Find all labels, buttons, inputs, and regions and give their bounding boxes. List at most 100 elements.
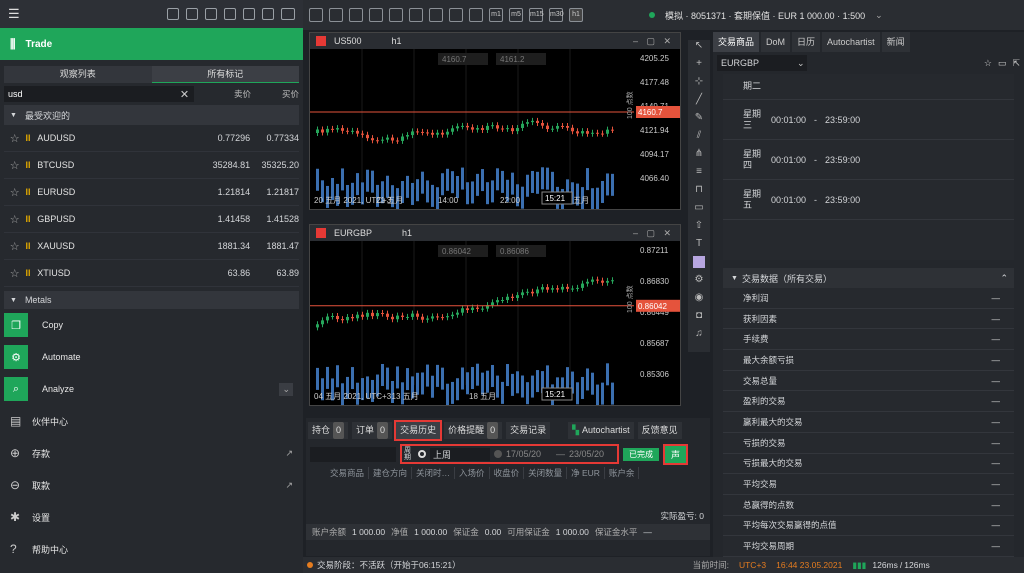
indicators-icon[interactable] [429,8,443,22]
analyze-menu-item[interactable]: ⌕ Analyze ⌄ [0,373,303,405]
arrow-up-icon[interactable]: ⇧ [688,220,710,238]
clear-icon[interactable]: ✕ [180,88,189,101]
star-icon[interactable]: ☆ [4,213,25,226]
camera-icon[interactable]: ◘ [688,310,710,328]
chart-us500[interactable]: US500 h1 – ▢ ✕ 4205.254177.484149.714121… [309,32,681,210]
done-button[interactable]: 已完成 [623,447,659,461]
chart-canvas[interactable]: 4205.254177.484149.714121.944094.174066.… [310,49,680,209]
favorites-header[interactable]: ▼ 最受欢迎的 [4,105,299,125]
symbol-row[interactable]: ☆ II AUDUSD 0.77296 0.77334 [4,125,299,152]
zoom-in-icon[interactable] [389,8,403,22]
zoom-out-icon[interactable] [409,8,423,22]
mail-icon[interactable] [167,8,179,20]
symbol-bid[interactable]: 35284.81 [154,160,251,170]
crosshair-dot-icon[interactable]: ⊹ [688,76,710,94]
grid-layout-icon[interactable] [369,8,383,22]
col-close-price[interactable]: 收盘价 [490,467,525,479]
tab-positions[interactable]: 持仓 0 [308,421,349,439]
symbol-ask[interactable]: 1881.47 [250,241,299,251]
tab-calendar[interactable]: 日历 [792,32,821,52]
sound-icon[interactable] [262,8,274,20]
text-icon[interactable]: T [688,238,710,256]
star-icon[interactable]: ☆ [4,240,25,253]
tf-m30[interactable]: m30 [549,8,564,22]
symbol-bid[interactable]: 63.86 [154,268,251,278]
feedback-button[interactable]: 反馈意见 [637,421,682,439]
layers-icon[interactable] [449,8,463,22]
star-icon[interactable]: ☆ [4,159,25,172]
tab-journal[interactable]: 交易记录 [506,421,551,439]
channel-icon[interactable]: ⫽ [688,130,710,148]
chevron-up-icon[interactable]: ⌃ [1000,273,1008,284]
tf-m5[interactable]: m5 [509,8,523,22]
new-chart-icon[interactable] [309,8,323,22]
zh-language-icon[interactable] [281,8,295,20]
star-icon[interactable]: ☆ [4,186,25,199]
menu-icon[interactable]: ☰ [8,6,20,22]
tab-all-symbols[interactable]: 所有标记 [151,66,299,83]
expand-icon[interactable] [224,8,236,20]
radio-icon[interactable] [418,450,426,458]
col-close-time[interactable]: 关闭时… [412,467,456,479]
col-net-eur[interactable]: 净 EUR [567,467,605,479]
window-controls-icon[interactable]: – ▢ ✕ [633,36,674,47]
symbol-bid[interactable]: 1.41458 [154,214,251,224]
autochartist-button[interactable]: ▚ Autochartist [568,421,634,439]
withdraw-menu-item[interactable]: ⊖ 取款 ↗ [0,469,303,501]
tf-m1[interactable]: m1 [489,8,503,22]
date-from-input[interactable]: 17/05/20 [506,449,552,459]
export-button[interactable]: 声 [662,443,689,465]
trade-button[interactable]: ⫼ Trade [0,28,303,60]
star-icon[interactable]: ☆ [984,58,992,69]
col-symbol[interactable]: 交易商品 [326,467,370,479]
screenshot-icon[interactable] [243,8,255,20]
line-icon[interactable]: ╱ [688,94,710,112]
tab-autochartist[interactable]: Autochartist [822,32,880,52]
wallet-icon[interactable] [205,8,217,20]
col-direction[interactable]: 建仓方向 [369,467,413,479]
col-balance[interactable]: 账户余 [605,467,640,479]
expand-icon[interactable]: ⇱ [1012,58,1020,69]
symbol-row[interactable]: ☆ II BTCUSD 35284.81 35325.20 [4,152,299,179]
symbol-row[interactable]: ☆ II GBPUSD 1.41458 1.41528 [4,206,299,233]
tab-price-alerts[interactable]: 价格提醒 0 [444,421,503,439]
settings-icon[interactable]: ⚙ [688,274,710,292]
chart-timeframe[interactable]: h1 [402,228,412,238]
fork-icon[interactable]: ⋔ [688,148,710,166]
rectangle-icon[interactable]: ▭ [688,202,710,220]
col-entry-price[interactable]: 入场价 [455,467,490,479]
chart-timeframe[interactable]: h1 [392,36,402,46]
crosshair-icon[interactable]: + [688,58,710,76]
account-info[interactable]: 模拟 · 8051371 · 套期保值 · EUR 1 000.00 · 1:5… [665,9,865,22]
target-icon[interactable]: ◉ [688,292,710,310]
single-chart-icon[interactable] [329,8,343,22]
settings-menu-item[interactable]: ✱ 设置 [0,501,303,533]
star-icon[interactable]: ☆ [4,132,25,145]
deposit-menu-item[interactable]: ⊕ 存款 ↗ [0,437,303,469]
help-menu-item[interactable]: ? 帮助中心 [0,533,303,565]
partner-menu-item[interactable]: ▤ 伙伴中心 [0,405,303,437]
tab-dom[interactable]: DoM [761,32,791,52]
timezone[interactable]: UTC+3 [739,560,766,570]
symbol-ask[interactable]: 35325.20 [250,160,299,170]
star-icon[interactable]: ☆ [4,267,25,280]
symbol-row[interactable]: ☆ II XAUUSD 1881.34 1881.47 [4,233,299,260]
date-to-input[interactable]: 23/05/20 [569,449,615,459]
symbol-select[interactable]: EURGBP [717,55,807,71]
symbol-ask[interactable]: 1.41528 [250,214,299,224]
symbol-bid[interactable]: 1881.34 [154,241,251,251]
pen-icon[interactable]: ✎ [688,112,710,130]
history-search-input[interactable] [310,446,396,462]
dollar-icon[interactable] [186,8,198,20]
chart-eurgbp[interactable]: EURGBP h1 – ▢ ✕ 0.87211 0.86830 0.86449 0.8… [309,224,681,406]
col-close-qty[interactable]: 关闭数量 [524,467,568,479]
chart-window-icon[interactable]: ▭ [998,58,1007,69]
metals-header[interactable]: ▼ Metals [4,291,299,309]
color-swatch-icon[interactable] [688,256,710,274]
tab-orders[interactable]: 订单 0 [352,421,393,439]
fib-icon[interactable]: ≡ [688,166,710,184]
tab-history[interactable]: 交易历史 [394,419,443,441]
symbol-ask[interactable]: 0.77334 [250,133,299,143]
tab-symbol-info[interactable]: 交易商品 [713,32,760,52]
symbol-ask[interactable]: 63.89 [250,268,299,278]
